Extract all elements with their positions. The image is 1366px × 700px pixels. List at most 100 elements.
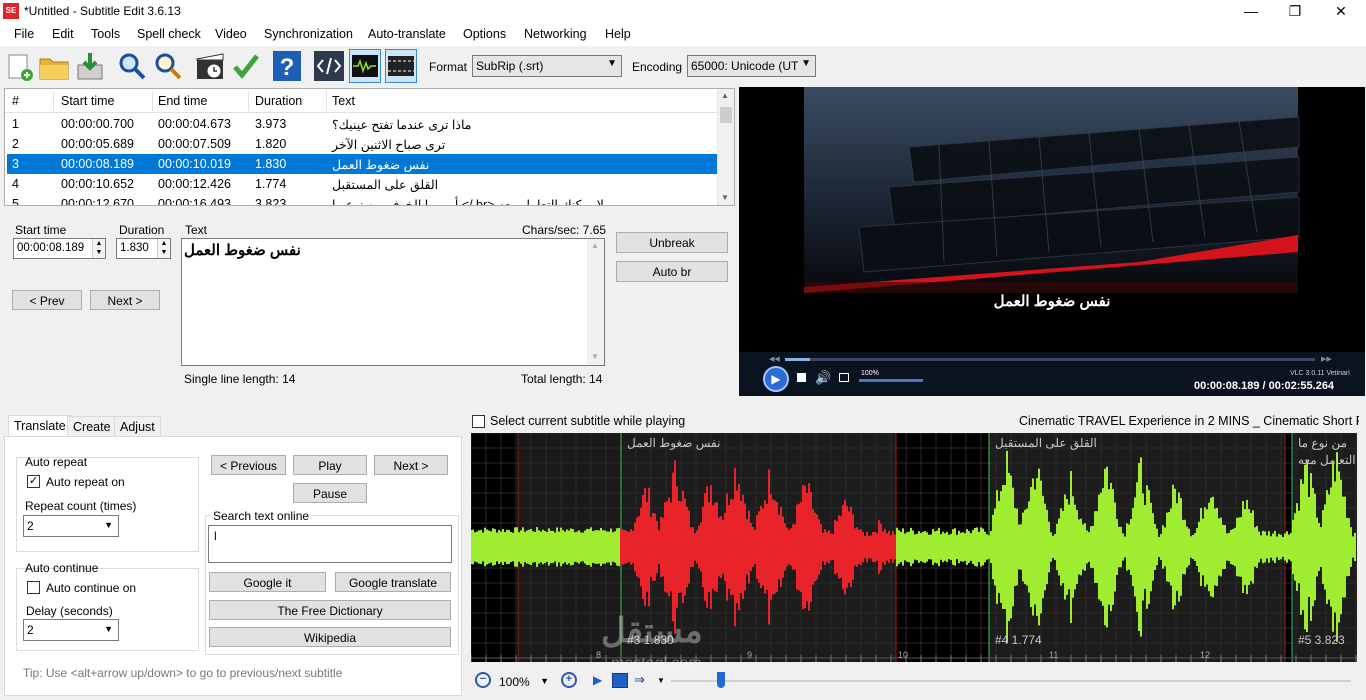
- search-input[interactable]: l: [208, 525, 452, 563]
- menu-tools[interactable]: Tools: [91, 27, 120, 41]
- scroll-down-icon[interactable]: ▼: [721, 193, 729, 202]
- auto-repeat-checkbox[interactable]: ✓: [27, 475, 40, 488]
- auto-continue-group-label: Auto continue: [25, 561, 99, 575]
- free-dictionary-button[interactable]: The Free Dictionary: [209, 600, 451, 620]
- column-end-time[interactable]: End time: [158, 94, 207, 108]
- google-it-button[interactable]: Google it: [209, 572, 326, 592]
- play-selection-icon[interactable]: ▶: [593, 673, 602, 687]
- subtitle-list[interactable]: # Start time End time Duration Text 1 00…: [4, 88, 735, 206]
- source-view-icon[interactable]: [313, 49, 345, 83]
- encoding-select[interactable]: 65000: Unicode (UTF ▼: [687, 55, 816, 77]
- scroll-down-icon[interactable]: ▼: [591, 352, 599, 361]
- zoom-out-icon[interactable]: −: [475, 672, 491, 688]
- subtitle-text-input[interactable]: نفس ضغوط العمل ▲ ▼: [181, 238, 605, 366]
- fullscreen-icon[interactable]: [839, 373, 849, 382]
- play-button[interactable]: Play: [293, 455, 367, 475]
- waveform-toggle-icon[interactable]: [349, 49, 381, 83]
- table-row[interactable]: 2 00:00:05.689 00:00:07.509 1.820 ترى صب…: [7, 134, 718, 154]
- chevron-down-icon[interactable]: ▼: [657, 676, 665, 685]
- play-icon[interactable]: ▶: [763, 366, 789, 392]
- scroll-thumb[interactable]: [720, 107, 732, 123]
- format-select[interactable]: SubRip (.srt) ▼: [472, 55, 622, 77]
- prev-button[interactable]: < Prev: [12, 290, 82, 310]
- visual-sync-icon[interactable]: [194, 49, 226, 83]
- column-number[interactable]: #: [12, 94, 19, 108]
- minimize-icon[interactable]: —: [1228, 0, 1274, 24]
- tab-translate[interactable]: Translate: [8, 415, 72, 437]
- auto-br-button[interactable]: Auto br: [616, 261, 728, 282]
- menu-synchronization[interactable]: Synchronization: [264, 27, 353, 41]
- zoom-select[interactable]: 100% ▼: [495, 671, 555, 693]
- replace-icon[interactable]: [152, 49, 184, 83]
- scroll-up-icon[interactable]: ▲: [721, 91, 729, 100]
- row-end-time: 00:00:16.493: [158, 197, 231, 206]
- menu-networking[interactable]: Networking: [524, 27, 587, 41]
- toolbar: ? Format SubRip (.srt) ▼ Encoding 65000: …: [0, 46, 1366, 86]
- spin-arrows-icon[interactable]: ▲ ▼: [157, 239, 170, 258]
- audio-waveform[interactable]: نفس ضغوط العمل القلق على المستقبل من نوع…: [470, 432, 1357, 672]
- select-current-checkbox[interactable]: [472, 415, 485, 428]
- menu-auto-translate[interactable]: Auto-translate: [368, 27, 446, 41]
- repeat-count-select[interactable]: 2 ▼: [23, 515, 119, 537]
- wikipedia-button[interactable]: Wikipedia: [209, 627, 451, 647]
- close-icon[interactable]: ✕: [1318, 0, 1364, 24]
- row-duration: 1.820: [255, 137, 287, 151]
- waveform-segment-info: #5 3.823: [1298, 633, 1345, 647]
- column-text[interactable]: Text: [332, 94, 355, 108]
- video-toggle-icon[interactable]: [385, 49, 417, 83]
- grid-scrollbar[interactable]: ▲ ▼: [717, 89, 734, 205]
- duration-input[interactable]: 1.830 ▲ ▼: [116, 238, 171, 259]
- waveform-position-track[interactable]: [671, 680, 1351, 682]
- volume-icon[interactable]: 🔊: [815, 370, 831, 386]
- start-time-input[interactable]: 00:00:08.189 ▲ ▼: [13, 238, 106, 259]
- seek-bar[interactable]: [785, 358, 1315, 361]
- column-duration[interactable]: Duration: [255, 94, 302, 108]
- table-row-selected[interactable]: 3 00:00:08.189 00:00:10.019 1.830 نفس ضغ…: [7, 154, 718, 174]
- menu-file[interactable]: File: [14, 27, 34, 41]
- menu-spell-check[interactable]: Spell check: [137, 27, 201, 41]
- total-length: Total length: 14: [521, 372, 603, 386]
- vlc-version: VLC 3.0.11 Vetinari: [1290, 370, 1350, 377]
- zoom-in-icon[interactable]: +: [561, 672, 577, 688]
- open-folder-icon[interactable]: [38, 49, 70, 83]
- new-file-icon[interactable]: [4, 49, 36, 83]
- menu-edit[interactable]: Edit: [52, 27, 74, 41]
- rewind-icon[interactable]: ◀◀: [769, 355, 780, 363]
- menu-help[interactable]: Help: [605, 27, 631, 41]
- text-scrollbar[interactable]: ▲ ▼: [587, 239, 604, 365]
- spell-check-icon[interactable]: [230, 49, 262, 83]
- previous-button[interactable]: < Previous: [211, 455, 286, 475]
- table-row[interactable]: 1 00:00:00.700 00:00:04.673 3.973 ماذا ت…: [7, 114, 718, 134]
- tab-adjust[interactable]: Adjust: [114, 416, 161, 437]
- next-subtitle-button[interactable]: Next >: [374, 455, 448, 475]
- volume-slider[interactable]: [859, 379, 923, 382]
- table-row[interactable]: 4 00:00:10.652 00:00:12.426 1.774 القلق …: [7, 174, 718, 194]
- row-text: لا يمكنك التعامل معه <br /> أو ربما الخو…: [332, 198, 604, 206]
- video-player[interactable]: نفس ضغوط العمل: [739, 87, 1365, 352]
- column-start-time[interactable]: Start time: [61, 94, 115, 108]
- waveform-toolbar: − 100% ▼ + ▶ ⇒ ▼: [471, 668, 1357, 696]
- maximize-icon[interactable]: ❐: [1272, 0, 1318, 24]
- tab-create[interactable]: Create: [67, 416, 117, 437]
- menu-video[interactable]: Video: [215, 27, 247, 41]
- find-icon[interactable]: [116, 49, 148, 83]
- waveform-position-slider[interactable]: [717, 672, 725, 688]
- help-icon[interactable]: ?: [271, 49, 303, 83]
- stop-icon[interactable]: [797, 373, 806, 382]
- table-row[interactable]: 5 00:00:12.670 00:00:16.493 3.823 لا يمك…: [7, 194, 718, 206]
- google-translate-button[interactable]: Google translate: [335, 572, 451, 592]
- unbreak-button[interactable]: Unbreak: [616, 232, 728, 253]
- auto-continue-checkbox[interactable]: [27, 581, 40, 594]
- search-value: l: [214, 529, 217, 543]
- fast-forward-icon[interactable]: ▶▶: [1321, 355, 1332, 363]
- delay-select[interactable]: 2 ▼: [23, 619, 119, 641]
- scroll-up-icon[interactable]: ▲: [591, 241, 599, 250]
- menu-options[interactable]: Options: [463, 27, 506, 41]
- spin-arrows-icon[interactable]: ▲ ▼: [92, 239, 105, 258]
- video-subtitle-overlay: نفس ضغوط العمل: [993, 293, 1111, 310]
- save-download-icon[interactable]: [74, 49, 106, 83]
- move-forward-icon[interactable]: ⇒: [634, 672, 645, 688]
- grid-icon[interactable]: [612, 673, 628, 688]
- pause-button[interactable]: Pause: [293, 483, 367, 503]
- next-button[interactable]: Next >: [90, 290, 160, 310]
